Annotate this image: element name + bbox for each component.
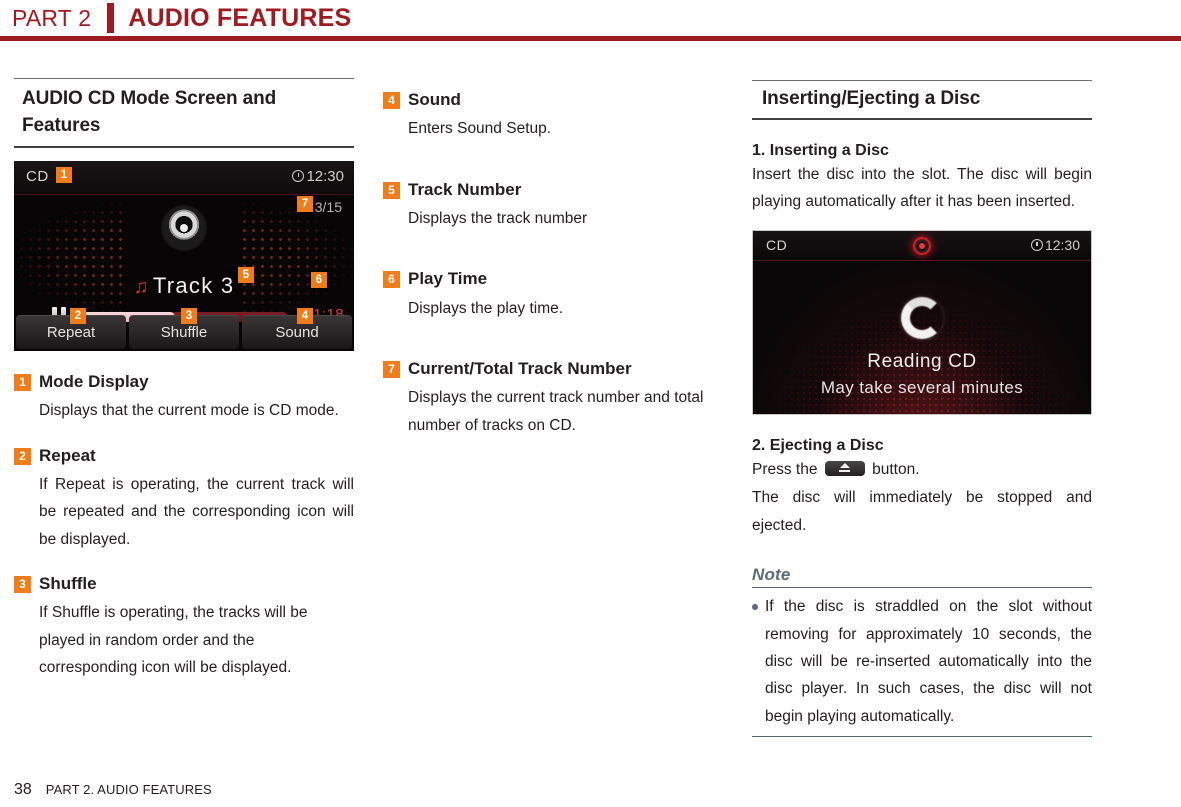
column-left: AUDIO CD Mode Screen and Features CD 12:… bbox=[14, 78, 354, 682]
press-suffix-text: button. bbox=[872, 460, 920, 478]
section-heading-inserting-ejecting: Inserting/Ejecting a Disc bbox=[752, 80, 1092, 120]
cd-disc-icon bbox=[163, 206, 205, 249]
paragraph-ejecting-a-disc: The disc will immediately be stopped and… bbox=[752, 489, 1092, 534]
paragraph-press-eject: Press the button. bbox=[752, 456, 1092, 483]
feature-item-2-body: If Repeat is operating, the current trac… bbox=[39, 475, 354, 548]
note-bullet-text: If the disc is straddled on the slot wit… bbox=[765, 598, 1092, 725]
feature-item-1: 1 Mode Display Displays that the current… bbox=[14, 371, 354, 425]
header-inner: PART 2 AUDIO FEATURES bbox=[0, 0, 1181, 36]
disc-activity-icon bbox=[913, 236, 931, 255]
feature-item-6-body: Displays the play time. bbox=[408, 299, 564, 317]
callout-marker-7: 7 bbox=[297, 195, 313, 212]
feature-item-5: 5 Track Number Displays the track number bbox=[383, 179, 695, 233]
cd-track-title: ♫ Track 3 bbox=[14, 273, 354, 299]
feature-item-1-body: Displays that the current mode is CD mod… bbox=[39, 402, 339, 420]
feature-item-6-title: Play Time bbox=[408, 269, 488, 289]
note-bullet-item: If the disc is straddled on the slot wit… bbox=[752, 593, 1092, 730]
feature-item-3: 3 Shuffle If Shuffle is operating, the t… bbox=[14, 573, 354, 682]
loading-spinner-icon bbox=[901, 296, 943, 339]
feature-item-4: 4 Sound Enters Sound Setup. bbox=[383, 89, 695, 143]
cd-mode-screenshot: CD 12:30 3/15 ♫Track 3 01:18 Repeat Shuf… bbox=[14, 160, 354, 351]
subheading-ejecting-a-disc: 2. Ejecting a Disc bbox=[752, 436, 884, 454]
clock-icon bbox=[292, 170, 305, 183]
feature-item-7-body: Displays the current track number and to… bbox=[408, 389, 704, 434]
bullet-dot-icon bbox=[752, 604, 758, 611]
feature-item-3-title: Shuffle bbox=[39, 574, 97, 594]
feature-item-2-title: Repeat bbox=[39, 445, 96, 465]
eject-button-icon bbox=[824, 460, 865, 476]
section-heading-text: AUDIO CD Mode Screen and Features bbox=[22, 88, 277, 136]
press-prefix-text: Press the bbox=[752, 460, 818, 478]
section-heading-audio-cd-mode: AUDIO CD Mode Screen and Features bbox=[14, 78, 354, 148]
cd-clock-display: 12:30 bbox=[292, 168, 344, 185]
callout-marker-3: 3 bbox=[181, 307, 197, 324]
header-chapter-title: AUDIO FEATURES bbox=[128, 3, 352, 32]
feature-item-4-body: Enters Sound Setup. bbox=[408, 120, 552, 138]
reading-cd-secondary-text: May take several minutes bbox=[820, 377, 1024, 397]
section-heading-right-text: Inserting/Ejecting a Disc bbox=[762, 88, 981, 109]
header-part-label: PART 2 bbox=[12, 4, 92, 31]
feature-item-4-head: 4 Sound bbox=[383, 89, 695, 110]
cd-clock-time: 12:30 bbox=[306, 167, 344, 185]
feature-item-2-badge: 2 bbox=[14, 447, 31, 465]
note-title-rule: Note bbox=[752, 565, 1092, 589]
note-box: Note If the disc is straddled on the slo… bbox=[752, 565, 1092, 738]
feature-item-5-badge: 5 bbox=[383, 181, 400, 199]
callout-marker-1: 1 bbox=[56, 166, 72, 183]
column-middle: 4 Sound Enters Sound Setup. 5 Track Numb… bbox=[383, 78, 704, 439]
callout-marker-2: 2 bbox=[70, 307, 86, 324]
feature-item-3-badge: 3 bbox=[14, 576, 31, 594]
feature-item-7: 7 Current/Total Track Number Displays th… bbox=[383, 358, 704, 439]
reading-cd-mode-label: CD bbox=[766, 236, 788, 253]
music-note-icon: ♫ bbox=[133, 275, 150, 298]
page-footer: 38 PART 2. AUDIO FEATURES bbox=[14, 781, 212, 799]
feature-item-2-head: 2 Repeat bbox=[14, 445, 354, 466]
speaker-dot-pattern-left bbox=[14, 198, 128, 319]
footer-chapter-text: PART 2. AUDIO FEATURES bbox=[45, 782, 212, 797]
feature-item-6: 6 Play Time Displays the play time. bbox=[383, 268, 695, 322]
header-rule bbox=[0, 36, 1181, 41]
reading-cd-clock-display: 12:30 bbox=[1030, 236, 1080, 253]
reading-cd-clock-time: 12:30 bbox=[1044, 236, 1080, 253]
callout-marker-4: 4 bbox=[297, 307, 313, 324]
note-title: Note bbox=[752, 565, 791, 585]
feature-item-7-badge: 7 bbox=[383, 361, 400, 379]
note-bullet-list: If the disc is straddled on the slot wit… bbox=[752, 593, 1092, 730]
callout-marker-6: 6 bbox=[311, 271, 327, 288]
reading-cd-primary-text: Reading CD bbox=[867, 350, 977, 372]
feature-item-7-title: Current/Total Track Number bbox=[408, 359, 632, 379]
cd-mode-label: CD bbox=[26, 167, 49, 185]
feature-item-5-body: Displays the track number bbox=[408, 209, 588, 227]
footer-page-number: 38 bbox=[14, 781, 32, 798]
cd-track-counter: 3/15 bbox=[314, 198, 342, 215]
feature-item-4-title: Sound bbox=[408, 90, 461, 109]
header-divider-bar bbox=[107, 3, 115, 33]
cd-track-name: Track 3 bbox=[152, 272, 235, 298]
paragraph-inserting-a-disc: Insert the disc into the slot. The disc … bbox=[752, 165, 1092, 211]
feature-item-2: 2 Repeat If Repeat is operating, the cur… bbox=[14, 445, 354, 554]
subheading-inserting-a-disc: 1. Inserting a Disc bbox=[752, 141, 889, 159]
note-bottom-rule bbox=[752, 736, 1092, 738]
feature-item-5-title: Track Number bbox=[408, 179, 522, 199]
reading-cd-screenshot: CD 12:30 Reading CD May take several min… bbox=[752, 229, 1092, 415]
feature-item-5-head: 5 Track Number bbox=[383, 179, 695, 200]
callout-marker-5: 5 bbox=[238, 266, 254, 283]
feature-item-1-head: 1 Mode Display bbox=[14, 371, 354, 392]
feature-item-6-badge: 6 bbox=[383, 271, 400, 289]
feature-item-7-head: 7 Current/Total Track Number bbox=[383, 358, 695, 379]
feature-item-3-head: 3 Shuffle bbox=[14, 573, 354, 594]
clock-icon bbox=[1030, 238, 1043, 251]
feature-item-1-badge: 1 bbox=[14, 373, 31, 391]
feature-item-6-head: 6 Play Time bbox=[383, 268, 695, 289]
feature-item-4-badge: 4 bbox=[383, 92, 400, 109]
column-right: Inserting/Ejecting a Disc 1. Inserting a… bbox=[752, 78, 1092, 738]
speaker-dot-pattern-right bbox=[240, 198, 354, 319]
feature-item-1-title: Mode Display bbox=[39, 371, 149, 391]
feature-item-3-body: If Shuffle is operating, the tracks will… bbox=[39, 604, 308, 677]
page-header: PART 2 AUDIO FEATURES bbox=[0, 0, 1181, 42]
